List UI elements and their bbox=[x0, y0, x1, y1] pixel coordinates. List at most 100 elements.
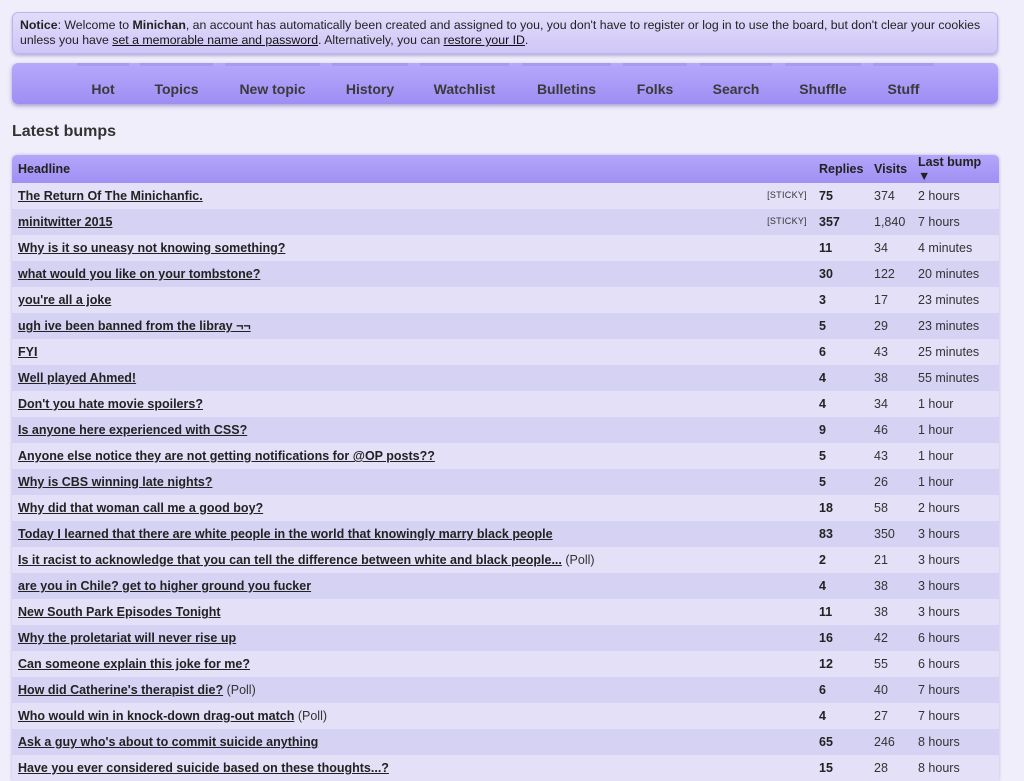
visits-cell: 27 bbox=[874, 709, 888, 723]
topic-link[interactable]: you're all a joke bbox=[18, 293, 111, 307]
nav-watchlist[interactable]: Watchlist bbox=[420, 63, 509, 104]
headline-cell: are you in Chile? get to higher ground y… bbox=[12, 573, 813, 599]
topic-link[interactable]: Why is CBS winning late nights? bbox=[18, 475, 212, 489]
table-row: Why is it so uneasy not knowing somethin… bbox=[12, 235, 999, 261]
nav-shuffle[interactable]: Shuffle bbox=[785, 63, 861, 104]
notice-text: . bbox=[524, 33, 529, 47]
last-bump-cell: 3 hours bbox=[918, 553, 960, 567]
nav-topics[interactable]: Topics bbox=[140, 63, 213, 104]
headline-cell: FYI bbox=[12, 339, 813, 365]
last-bump-cell: 23 minutes bbox=[918, 319, 980, 333]
table-row: Who would win in knock-down drag-out mat… bbox=[12, 703, 999, 729]
topic-link[interactable]: Why the proletariat will never rise up bbox=[18, 631, 236, 645]
table-row: [STICKY] minitwitter 2015 357 1,840 7 hours bbox=[12, 209, 999, 235]
headline-cell: you're all a joke bbox=[12, 287, 813, 313]
nav-stuff[interactable]: Stuff bbox=[873, 63, 934, 104]
headline-cell: Why is CBS winning late nights? bbox=[12, 469, 813, 495]
topic-link[interactable]: Why is it so uneasy not knowing somethin… bbox=[18, 241, 285, 255]
replies-cell: 9 bbox=[819, 423, 826, 437]
topics-table: Headline Replies Visits Last bump ▼ [STI… bbox=[12, 155, 999, 781]
nav-hot[interactable]: Hot bbox=[77, 63, 129, 104]
replies-cell: 83 bbox=[819, 527, 833, 541]
nav-folks[interactable]: Folks bbox=[623, 63, 687, 104]
visits-cell: 350 bbox=[874, 527, 895, 541]
topic-link[interactable]: what would you like on your tombstone? bbox=[18, 267, 260, 281]
table-row: Is anyone here experienced with CSS? 9 46 1… bbox=[12, 417, 999, 443]
replies-cell: 5 bbox=[819, 475, 826, 489]
topic-link[interactable]: Is anyone here experienced with CSS? bbox=[18, 423, 247, 437]
topic-link[interactable]: Anyone else notice they are not getting … bbox=[18, 449, 435, 463]
last-bump-cell: 6 hours bbox=[918, 631, 960, 645]
headline-cell: Don't you hate movie spoilers? bbox=[12, 391, 813, 417]
set-password-link[interactable]: set a memorable name and password bbox=[112, 33, 318, 47]
headline-cell: Have you ever considered suicide based o… bbox=[12, 755, 813, 781]
headline-cell: Well played Ahmed! bbox=[12, 365, 813, 391]
replies-cell: 15 bbox=[819, 761, 833, 775]
topic-link[interactable]: The Return Of The Minichanfic. bbox=[18, 189, 203, 203]
visits-column-header[interactable]: Visits bbox=[868, 155, 912, 183]
table-row: Anyone else notice they are not getting … bbox=[12, 443, 999, 469]
topic-link[interactable]: Why did that woman call me a good boy? bbox=[18, 501, 263, 515]
restore-id-link[interactable]: restore your ID bbox=[444, 33, 525, 47]
topic-link[interactable]: How did Catherine's therapist die? bbox=[18, 683, 223, 697]
visits-cell: 1,840 bbox=[874, 215, 906, 229]
topic-link[interactable]: Have you ever considered suicide based o… bbox=[18, 761, 389, 775]
headline-cell: Why is it so uneasy not knowing somethin… bbox=[12, 235, 813, 261]
headline-cell: what would you like on your tombstone? bbox=[12, 261, 813, 287]
table-row: Why the proletariat will never rise up 16… bbox=[12, 625, 999, 651]
topic-link[interactable]: Today I learned that there are white peo… bbox=[18, 527, 553, 541]
poll-tag: (Poll) bbox=[565, 553, 595, 567]
table-row: [STICKY] The Return Of The Minichanfic. 75… bbox=[12, 183, 999, 209]
replies-cell: 5 bbox=[819, 319, 826, 333]
topic-link[interactable]: Can someone explain this joke for me? bbox=[18, 657, 250, 671]
replies-column-header[interactable]: Replies bbox=[813, 155, 868, 183]
last-bump-cell: 8 hours bbox=[918, 735, 960, 749]
nav-history[interactable]: History bbox=[332, 63, 408, 104]
visits-cell: 246 bbox=[874, 735, 895, 749]
headline-cell: Why did that woman call me a good boy? bbox=[12, 495, 813, 521]
sticky-badge: [STICKY] bbox=[767, 190, 807, 200]
nav-bulletins[interactable]: Bulletins bbox=[522, 63, 611, 104]
topic-link[interactable]: New South Park Episodes Tonight bbox=[18, 605, 221, 619]
poll-tag: (Poll) bbox=[297, 709, 328, 723]
topic-link[interactable]: minitwitter 2015 bbox=[18, 215, 112, 229]
headline-cell: Is anyone here experienced with CSS? bbox=[12, 417, 813, 443]
headline-column-header[interactable]: Headline bbox=[12, 155, 813, 183]
notice-text: : Welcome to bbox=[57, 18, 133, 32]
visits-cell: 42 bbox=[874, 631, 888, 645]
topic-link[interactable]: Who would win in knock-down drag-out mat… bbox=[18, 709, 294, 723]
topic-link[interactable]: Well played Ahmed! bbox=[18, 371, 136, 385]
main-nav: Hot Topics New topic History Watchlist B… bbox=[12, 63, 998, 104]
topic-link[interactable]: are you in Chile? get to higher ground y… bbox=[18, 579, 311, 593]
topic-link[interactable]: FYI bbox=[18, 345, 37, 359]
last-bump-cell: 6 hours bbox=[918, 657, 960, 671]
replies-cell: 5 bbox=[819, 449, 826, 463]
last-bump-cell: 4 minutes bbox=[918, 241, 973, 255]
table-header-row: Headline Replies Visits Last bump ▼ bbox=[12, 155, 999, 183]
topic-link[interactable]: Don't you hate movie spoilers? bbox=[18, 397, 203, 411]
nav-new-topic[interactable]: New topic bbox=[225, 63, 320, 104]
table-row: How did Catherine's therapist die? (Poll… bbox=[12, 677, 999, 703]
notice-banner: Notice: Welcome to Minichan, an account … bbox=[12, 12, 998, 54]
topic-link[interactable]: ugh ive been banned from the libray ¬¬ bbox=[18, 319, 251, 333]
table-row: FYI 6 43 25 minutes bbox=[12, 339, 999, 365]
last-bump-cell: 55 minutes bbox=[918, 371, 980, 385]
visits-cell: 58 bbox=[874, 501, 888, 515]
last-bump-column-header[interactable]: Last bump ▼ bbox=[912, 155, 999, 183]
replies-cell: 4 bbox=[819, 371, 826, 385]
topics-table-wrapper: Headline Replies Visits Last bump ▼ [STI… bbox=[12, 155, 999, 781]
last-bump-cell: 7 hours bbox=[918, 215, 960, 229]
last-bump-cell: 23 minutes bbox=[918, 293, 980, 307]
visits-cell: 55 bbox=[874, 657, 888, 671]
visits-cell: 43 bbox=[874, 449, 888, 463]
notice-label: Notice bbox=[20, 18, 58, 32]
nav-search[interactable]: Search bbox=[700, 63, 772, 104]
replies-cell: 4 bbox=[819, 709, 826, 723]
topic-link[interactable]: Ask a guy who's about to commit suicide … bbox=[18, 735, 318, 749]
replies-cell: 3 bbox=[819, 293, 826, 307]
table-row: Ask a guy who's about to commit suicide … bbox=[12, 729, 999, 755]
topic-link[interactable]: Is it racist to acknowledge that you can… bbox=[18, 553, 562, 567]
replies-cell: 6 bbox=[819, 683, 826, 697]
replies-cell: 2 bbox=[819, 553, 826, 567]
visits-cell: 21 bbox=[874, 553, 888, 567]
